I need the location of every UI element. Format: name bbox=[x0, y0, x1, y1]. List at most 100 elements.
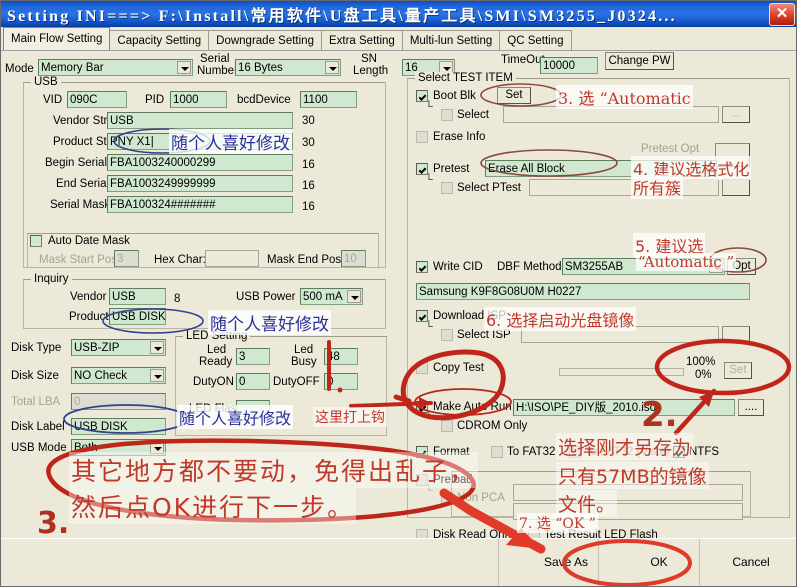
select-isp-input[interactable] bbox=[521, 326, 719, 343]
tree-elbow-icon: └ bbox=[425, 412, 433, 424]
mask-end-pos-input[interactable]: 10 bbox=[341, 250, 366, 267]
inquiry-vendor-input[interactable]: USB bbox=[109, 288, 166, 305]
save-as-button[interactable]: Save As bbox=[531, 555, 601, 569]
copy-test-checkbox[interactable] bbox=[416, 362, 428, 374]
led-busy-input[interactable]: 48 bbox=[324, 348, 358, 365]
format-checkbox[interactable] bbox=[416, 446, 428, 458]
select-isp-checkbox[interactable] bbox=[441, 329, 453, 341]
led-flash-input[interactable] bbox=[236, 400, 270, 417]
copy-test-progress-bar bbox=[559, 368, 684, 376]
ok-button[interactable]: OK bbox=[629, 555, 689, 569]
auto-date-mask-checkbox[interactable] bbox=[30, 235, 42, 247]
select-isp-browse-button[interactable] bbox=[722, 326, 750, 343]
boot-blk-set-button[interactable]: Set bbox=[497, 87, 531, 104]
select-ptest-input[interactable] bbox=[529, 179, 719, 196]
total-lba-label: Total LBA bbox=[11, 396, 61, 408]
copy-test-label: Copy Test bbox=[433, 362, 484, 374]
iso-browse-button[interactable]: .... bbox=[738, 399, 764, 416]
chevron-down-icon[interactable] bbox=[347, 290, 361, 303]
hex-char-label: Hex Char: bbox=[154, 254, 206, 266]
begin-serial-label: Begin Serial bbox=[45, 157, 108, 169]
product-str-label: Product Str bbox=[53, 136, 111, 148]
disk-type-value: USB-ZIP bbox=[74, 342, 120, 354]
disk-label-input[interactable]: USB DISK bbox=[71, 418, 166, 435]
serial-mask-input[interactable]: FBA100324####### bbox=[107, 196, 293, 213]
cancel-button[interactable]: Cancel bbox=[716, 555, 786, 569]
boot-blk-select-input[interactable] bbox=[503, 106, 719, 123]
timeout-input[interactable]: 10000 bbox=[540, 57, 598, 74]
vid-label: VID bbox=[43, 94, 63, 106]
download-isp-label: Download ISP bbox=[433, 310, 506, 322]
tab-extra-setting[interactable]: Extra Setting bbox=[320, 30, 403, 50]
mask-start-pos-label: Mask Start Pos: bbox=[39, 254, 121, 266]
chevron-down-icon[interactable] bbox=[150, 441, 164, 454]
select-ptest-label: Select PTest bbox=[457, 182, 521, 194]
ntfs-checkbox[interactable] bbox=[673, 446, 685, 458]
non-pca-checkbox[interactable] bbox=[441, 492, 453, 504]
led-ready-label-line1: Led bbox=[207, 344, 227, 356]
tab-main-flow-setting[interactable]: Main Flow Setting bbox=[3, 27, 111, 50]
bcd-device-label: bcdDevice bbox=[237, 94, 291, 106]
dbf-opt-button[interactable]: Opt bbox=[727, 258, 756, 275]
dbf-method-select[interactable]: SM3255AB bbox=[562, 258, 725, 275]
cdrom-only-checkbox[interactable] bbox=[441, 420, 453, 432]
inquiry-product-input[interactable]: USB DISK bbox=[109, 308, 166, 325]
duty-on-label: DutyON bbox=[193, 376, 234, 388]
led-ready-input[interactable]: 3 bbox=[236, 348, 270, 365]
vendor-str-input[interactable]: USB bbox=[107, 112, 293, 129]
to-fat32-checkbox[interactable] bbox=[491, 446, 503, 458]
select-ptest-browse-button[interactable] bbox=[722, 179, 750, 196]
tab-downgrade-setting[interactable]: Downgrade Setting bbox=[208, 30, 322, 50]
write-cid-label: Write CID bbox=[433, 261, 483, 273]
pretest-opt-button[interactable] bbox=[715, 143, 750, 167]
pretest-select[interactable]: Erase All Block bbox=[485, 160, 717, 177]
usb-mode-select[interactable]: Both bbox=[71, 439, 166, 456]
preload-input-2[interactable] bbox=[513, 503, 743, 520]
to-fat32-vista-checkbox[interactable] bbox=[569, 446, 581, 458]
vid-input[interactable]: 090C bbox=[67, 91, 127, 108]
preload-input-1[interactable] bbox=[513, 484, 743, 501]
sn-length-label-line1: SN bbox=[361, 53, 377, 65]
led-flash-label: LED Flash bbox=[189, 403, 243, 415]
chevron-down-icon[interactable] bbox=[325, 61, 339, 74]
pid-input[interactable]: 1000 bbox=[170, 91, 227, 108]
duty-off-input[interactable]: 0 bbox=[324, 373, 358, 390]
iso-path-input[interactable]: H:\ISO\PE_DIY版_2010.iso bbox=[513, 399, 735, 416]
chevron-down-icon[interactable] bbox=[150, 369, 164, 382]
serial-number-label-line1: Serial bbox=[200, 53, 230, 65]
product-str-input[interactable]: PNY X1| bbox=[107, 133, 293, 150]
disk-type-select[interactable]: USB-ZIP bbox=[71, 339, 166, 356]
end-serial-label: End Serial bbox=[56, 178, 110, 190]
mode-select[interactable]: Memory Bar bbox=[38, 59, 193, 76]
boot-blk-select-checkbox[interactable] bbox=[441, 109, 453, 121]
chevron-down-icon[interactable] bbox=[177, 61, 191, 74]
tab-bar: Main Flow Setting Capacity Setting Downg… bbox=[1, 27, 796, 51]
bcd-device-input[interactable]: 1100 bbox=[300, 91, 357, 108]
write-cid-checkbox[interactable] bbox=[416, 261, 428, 273]
hex-char-input[interactable] bbox=[205, 250, 259, 267]
mask-start-pos-input[interactable]: 3 bbox=[114, 250, 139, 267]
inquiry-product-label: Product bbox=[69, 311, 109, 323]
chevron-down-icon[interactable] bbox=[709, 260, 723, 273]
tab-capacity-setting[interactable]: Capacity Setting bbox=[109, 30, 210, 50]
serial-number-select[interactable]: 16 Bytes bbox=[235, 59, 341, 76]
tab-multi-lun-setting[interactable]: Multi-lun Setting bbox=[401, 30, 501, 50]
erase-info-label: Erase Info bbox=[433, 131, 486, 143]
erase-info-checkbox[interactable] bbox=[416, 131, 428, 143]
begin-serial-input[interactable]: FBA1003240000299 bbox=[107, 154, 293, 171]
end-serial-input[interactable]: FBA1003249999999 bbox=[107, 175, 293, 192]
copy-test-set-button[interactable]: Set bbox=[724, 362, 752, 379]
close-icon[interactable]: ✕ bbox=[769, 2, 795, 26]
change-pw-button[interactable]: Change PW bbox=[605, 52, 674, 70]
usb-power-select[interactable]: 500 mA bbox=[300, 288, 363, 305]
to-fat32-vista-label: To FAT32 (Vista) bbox=[585, 446, 670, 458]
boot-blk-browse-button[interactable]: ... bbox=[722, 106, 750, 123]
chevron-down-icon[interactable] bbox=[150, 341, 164, 354]
tab-qc-setting[interactable]: QC Setting bbox=[499, 30, 572, 50]
duty-on-input[interactable]: 0 bbox=[236, 373, 270, 390]
select-ptest-checkbox[interactable] bbox=[441, 182, 453, 194]
disk-size-select[interactable]: NO Check bbox=[71, 367, 166, 384]
total-lba-input[interactable]: 0 bbox=[71, 393, 166, 410]
vendor-str-label: Vendor Str bbox=[53, 115, 108, 127]
pretest-label: Pretest bbox=[433, 163, 470, 175]
